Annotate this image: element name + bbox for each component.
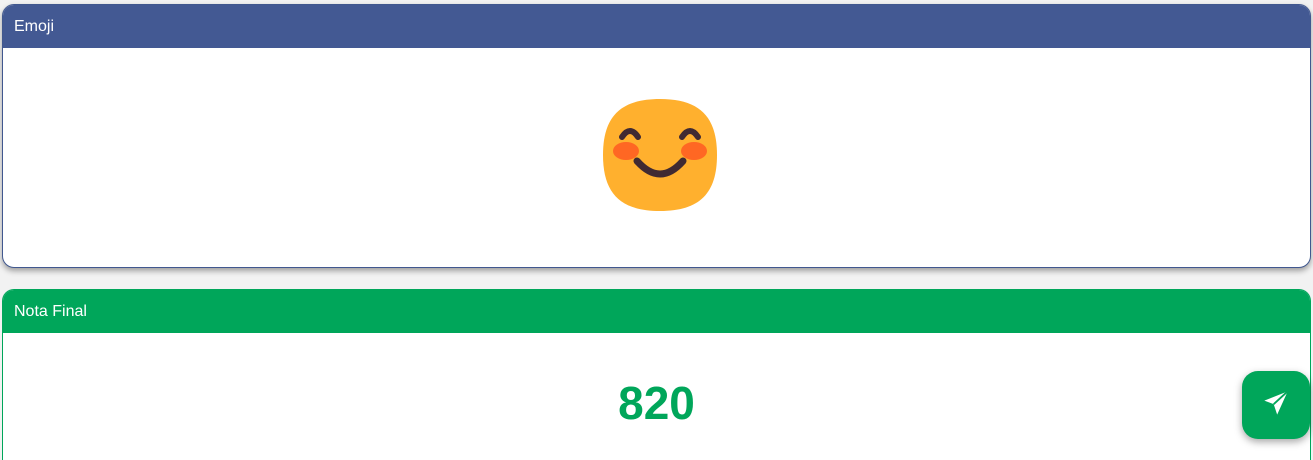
paper-plane-icon [1262, 389, 1290, 422]
final-score: 820 [618, 377, 695, 429]
nota-final-card-header: Nota Final [3, 290, 1310, 333]
send-button[interactable] [1242, 371, 1310, 439]
emoji-card-header: Emoji [3, 5, 1310, 48]
emoji-card: Emoji [2, 4, 1311, 268]
smiling-face-icon [600, 95, 720, 215]
nota-final-card: Nota Final 820 [2, 289, 1311, 460]
